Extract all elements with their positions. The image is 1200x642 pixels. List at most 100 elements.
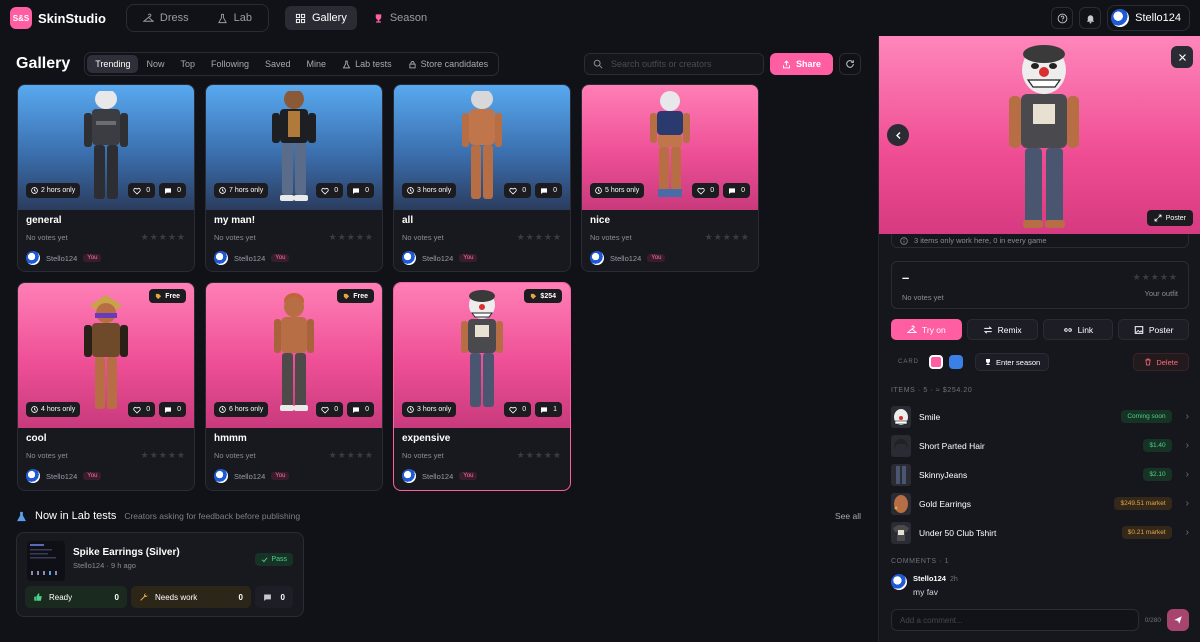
filter-lab-tests-label: Lab tests xyxy=(355,59,392,69)
nav-lab[interactable]: Lab xyxy=(203,7,266,29)
remix-button[interactable]: Remix xyxy=(966,319,1038,340)
item-name: Gold Earrings xyxy=(919,498,971,509)
star-rating[interactable]: ★★★★★ xyxy=(141,450,186,461)
user-menu[interactable]: Stello124 xyxy=(1107,5,1190,31)
filter-now[interactable]: Now xyxy=(138,55,172,73)
lab-comments-button[interactable]: 0 xyxy=(255,586,293,608)
star-rating[interactable]: ★★★★★ xyxy=(141,232,186,243)
comment-icon xyxy=(352,187,360,195)
creator-name[interactable]: Stello124 xyxy=(422,472,453,481)
delete-button[interactable]: Delete xyxy=(1133,353,1189,371)
creator-name[interactable]: Stello124 xyxy=(46,254,77,263)
heart-icon xyxy=(697,187,705,195)
nav-gallery[interactable]: Gallery xyxy=(284,6,357,30)
item-thumbnail xyxy=(891,434,911,457)
ready-button[interactable]: Ready 0 xyxy=(25,586,127,608)
creator-name[interactable]: Stello124 xyxy=(422,254,453,263)
lab-section-subtitle: Creators asking for feedback before publ… xyxy=(124,511,301,521)
enter-season-button[interactable]: Enter season xyxy=(975,353,1050,371)
share-button[interactable]: Share xyxy=(769,53,833,75)
like-button[interactable]: 0 xyxy=(504,183,532,198)
creator-name[interactable]: Stello124 xyxy=(46,472,77,481)
logo-badge: S&S xyxy=(10,7,32,29)
item-row[interactable]: Under 50 Club Tshirt $0.21 market › xyxy=(891,518,1189,547)
comment-author[interactable]: Stello124 xyxy=(913,574,946,583)
try-on-button[interactable]: Try on xyxy=(891,319,962,340)
star-rating[interactable]: ★★★★★ xyxy=(329,232,374,243)
outfit-card[interactable]: 2 hors only 0 0 general No votes yet ★★★★… xyxy=(17,84,195,272)
comment-button[interactable]: 0 xyxy=(347,402,374,417)
lab-feedback-actions: Ready 0 Needs work 0 0 xyxy=(25,586,293,608)
share-label: Share xyxy=(795,59,821,69)
item-thumbnail xyxy=(891,463,911,486)
filter-mine[interactable]: Mine xyxy=(299,55,335,73)
item-row[interactable]: Short Parted Hair $1.40 › xyxy=(891,431,1189,460)
you-badge: You xyxy=(459,472,478,480)
filter-trending[interactable]: Trending xyxy=(87,55,139,73)
star-rating[interactable]: ★★★★★ xyxy=(517,232,562,243)
comment-button[interactable]: 0 xyxy=(159,402,186,417)
filter-store-candidates[interactable]: Store candidates xyxy=(400,55,497,73)
poster-view-button[interactable]: Poster xyxy=(1146,210,1193,226)
help-button[interactable] xyxy=(1051,7,1074,29)
like-button[interactable]: 0 xyxy=(692,183,720,198)
card-color-blue[interactable] xyxy=(949,355,964,369)
creator-name[interactable]: Stello124 xyxy=(234,254,265,263)
like-button[interactable]: 0 xyxy=(316,183,344,198)
item-row[interactable]: Smile Coming soon › xyxy=(891,402,1189,431)
item-row[interactable]: Gold Earrings $249.51 market › xyxy=(891,489,1189,518)
nav-dress[interactable]: Dress xyxy=(129,7,203,29)
clock-icon xyxy=(31,406,38,413)
see-all-link[interactable]: See all xyxy=(835,511,861,521)
comment-button[interactable]: 0 xyxy=(159,183,186,198)
star-rating[interactable]: ★★★★★ xyxy=(517,450,562,461)
item-row[interactable]: SkinnyJeans $2.10 › xyxy=(891,460,1189,489)
comment-button[interactable]: 1 xyxy=(535,402,562,417)
star-rating[interactable]: ★★★★★ xyxy=(705,232,750,243)
star-rating[interactable]: ★★★★★ xyxy=(1133,272,1178,283)
outfit-card-selected[interactable]: $254 3 hors only 0 1 expensive No votes … xyxy=(393,282,571,491)
refresh-button[interactable] xyxy=(839,53,861,75)
outfit-card[interactable]: 7 hors only 0 0 my man! No votes yet ★★★★… xyxy=(205,84,383,272)
filter-top[interactable]: Top xyxy=(172,55,203,73)
filter-saved[interactable]: Saved xyxy=(257,55,299,73)
close-panel-button[interactable] xyxy=(1171,46,1193,68)
lab-item-name: Spike Earrings (Silver) xyxy=(73,547,180,558)
creator-name[interactable]: Stello124 xyxy=(234,472,265,481)
outfit-card[interactable]: Free 4 hors only 0 0 cool No votes yet ★★… xyxy=(17,282,195,491)
lab-thumbnail xyxy=(27,541,65,581)
avatar xyxy=(214,251,228,265)
outfit-card[interactable]: Free 6 hors only 0 0 hmmm No votes yet ★★… xyxy=(205,282,383,491)
filter-lab-tests[interactable]: Lab tests xyxy=(334,55,400,73)
like-button[interactable]: 0 xyxy=(128,183,156,198)
comment-input[interactable] xyxy=(891,609,1139,631)
like-button[interactable]: 0 xyxy=(128,402,156,417)
flask-icon xyxy=(217,13,228,24)
price-label: Free xyxy=(165,292,180,300)
star-rating[interactable]: ★★★★★ xyxy=(329,450,374,461)
send-comment-button[interactable] xyxy=(1167,609,1189,631)
creator-name[interactable]: Stello124 xyxy=(610,254,641,263)
poster-button[interactable]: Poster xyxy=(1118,319,1189,340)
link-button[interactable]: Link xyxy=(1042,319,1114,340)
needs-work-button[interactable]: Needs work 0 xyxy=(131,586,251,608)
comment-button[interactable]: 0 xyxy=(347,183,374,198)
outfit-card[interactable]: 5 hors only 0 0 nice No votes yet ★★★★★ S… xyxy=(581,84,759,272)
filter-following[interactable]: Following xyxy=(203,55,257,73)
time-label: 5 hors only xyxy=(605,187,640,194)
previous-outfit-button[interactable] xyxy=(887,124,909,146)
card-color-pink[interactable] xyxy=(929,355,944,369)
nav-season[interactable]: Season xyxy=(363,6,437,30)
outfit-title: – xyxy=(902,270,910,285)
lab-test-card[interactable]: Spike Earrings (Silver) Stello124 · 9 h … xyxy=(16,532,304,617)
avatar-figure xyxy=(274,293,314,411)
time-badge: 3 hors only xyxy=(402,183,457,198)
comment-button[interactable]: 0 xyxy=(723,183,750,198)
like-button[interactable]: 0 xyxy=(504,402,532,417)
notifications-button[interactable] xyxy=(1079,7,1102,29)
app-logo[interactable]: S&S SkinStudio xyxy=(10,7,106,29)
outfit-card[interactable]: 3 hors only 0 0 all No votes yet ★★★★★ St… xyxy=(393,84,571,272)
like-button[interactable]: 0 xyxy=(316,402,344,417)
comment-button[interactable]: 0 xyxy=(535,183,562,198)
search-input[interactable] xyxy=(610,59,751,69)
